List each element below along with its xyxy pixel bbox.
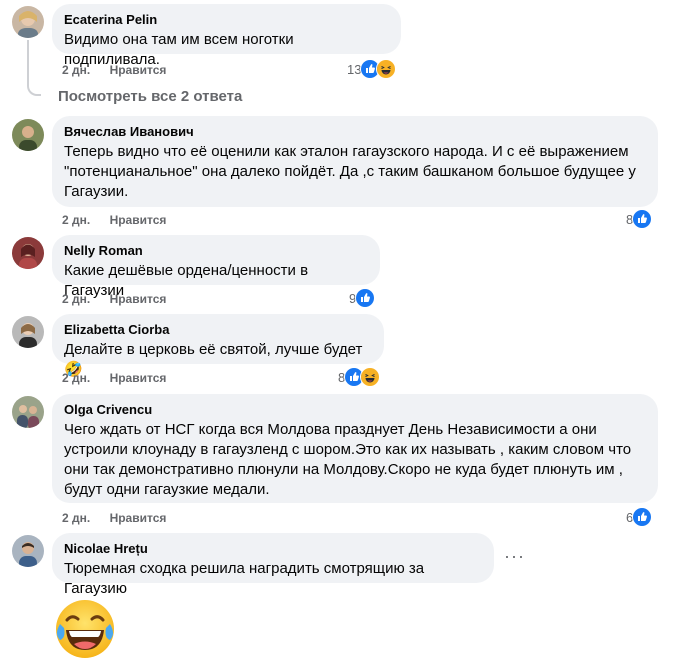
reaction-summary[interactable]: 8 xyxy=(338,367,381,387)
reaction-count: 13 xyxy=(347,61,362,77)
comment-actions: 2 дн. Нравится xyxy=(62,212,166,228)
comment-actions: 2 дн. Нравится xyxy=(62,370,166,386)
avatar[interactable] xyxy=(12,119,44,151)
comment-author[interactable]: Olga Crivencu xyxy=(64,402,646,418)
comment-time[interactable]: 2 дн. xyxy=(62,371,90,385)
like-icon xyxy=(632,209,653,229)
reaction-summary[interactable]: 8 xyxy=(626,209,653,229)
comment-bubble: Elizabetta Ciorba Делайте в церковь её с… xyxy=(52,314,384,378)
comment-bubble: Nelly Roman Какие дешёвые ордена/ценност… xyxy=(52,235,380,299)
comment-author[interactable]: Elizabetta Ciorba xyxy=(64,322,372,338)
comment-time[interactable]: 2 дн. xyxy=(62,292,90,306)
comment-text: Тюремная сходка решила наградить смотрящ… xyxy=(64,560,425,597)
view-replies-link[interactable]: Посмотреть все 2 ответа xyxy=(58,87,242,107)
comment-actions: 2 дн. Нравится xyxy=(62,62,166,78)
comment-actions: 2 дн. Нравится xyxy=(62,291,166,307)
avatar[interactable] xyxy=(12,396,44,428)
reaction-summary[interactable]: 6 xyxy=(626,507,653,527)
comment-bubble: Вячеслав Иванович Теперь видно что её оц… xyxy=(52,116,658,207)
haha-icon xyxy=(376,59,397,79)
more-options-icon[interactable]: ··· xyxy=(504,547,525,565)
like-button[interactable]: Нравится xyxy=(110,371,167,385)
like-button[interactable]: Нравится xyxy=(110,292,167,306)
comment-author[interactable]: Nelly Roman xyxy=(64,243,368,259)
comment-text: Чего ждать от НСГ когда вся Молдова праз… xyxy=(64,421,632,498)
avatar[interactable] xyxy=(12,316,44,348)
comment-bubble: Ecaterina Pelin Видимо она там им всем н… xyxy=(52,4,401,68)
comment-author[interactable]: Ecaterina Pelin xyxy=(64,12,389,28)
avatar[interactable] xyxy=(12,237,44,269)
like-icon xyxy=(355,288,376,308)
comment-bubble: Nicolae Hrețu Тюремная сходка решила наг… xyxy=(52,533,494,597)
like-button[interactable]: Нравится xyxy=(110,63,167,77)
like-icon xyxy=(632,507,653,527)
thread-connector xyxy=(27,40,41,96)
comment-author[interactable]: Nicolae Hrețu xyxy=(64,541,482,557)
comment-time[interactable]: 2 дн. xyxy=(62,213,90,227)
haha-icon xyxy=(360,367,381,387)
like-button[interactable]: Нравится xyxy=(110,213,167,227)
comment-time[interactable]: 2 дн. xyxy=(62,511,90,525)
comment-bubble: Olga Crivencu Чего ждать от НСГ когда вс… xyxy=(52,394,658,503)
comment-text: Теперь видно что её оценили как эталон г… xyxy=(64,143,636,200)
reaction-summary[interactable]: 9 xyxy=(349,288,376,308)
avatar[interactable] xyxy=(12,535,44,567)
comment-author[interactable]: Вячеслав Иванович xyxy=(64,124,646,140)
like-button[interactable]: Нравится xyxy=(110,511,167,525)
comment-actions: 2 дн. Нравится xyxy=(62,510,166,526)
reaction-summary[interactable]: 13 xyxy=(347,59,397,79)
comment-time[interactable]: 2 дн. xyxy=(62,63,90,77)
avatar[interactable] xyxy=(12,6,44,38)
laughing-tears-emoji-icon xyxy=(52,598,118,660)
